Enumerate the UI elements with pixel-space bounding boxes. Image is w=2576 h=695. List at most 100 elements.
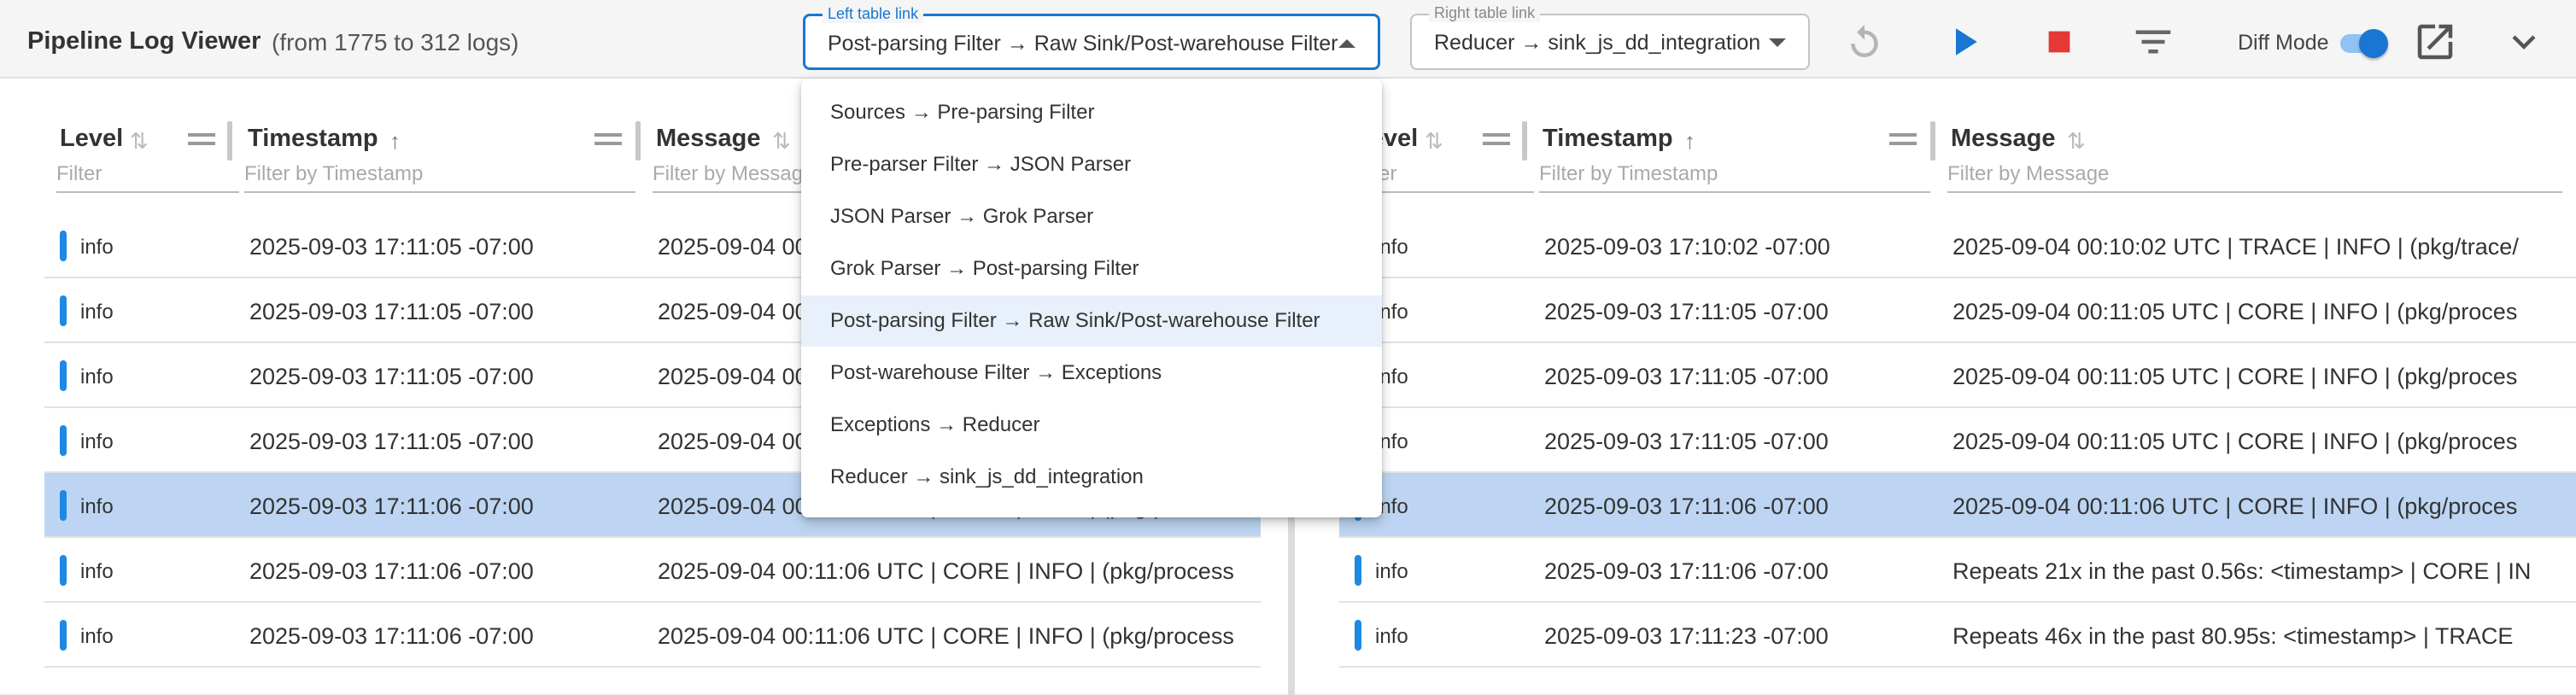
diff-mode-label: Diff Mode bbox=[2238, 31, 2329, 55]
menu-item[interactable]: Reducer → sink_js_dd_integration bbox=[801, 452, 1382, 503]
table-row[interactable]: info 2025-09-03 17:11:05 -07:00 2025-09-… bbox=[1339, 408, 2576, 473]
timestamp-cell: 2025-09-03 17:11:06 -07:00 bbox=[1544, 494, 1829, 519]
left-table-link-legend: Left table link bbox=[823, 4, 924, 23]
timestamp-filter-input[interactable]: Filter by Timestamp bbox=[244, 162, 635, 193]
sort-icon[interactable]: ⇅ bbox=[130, 128, 149, 155]
level-cell: info bbox=[1375, 560, 1408, 583]
column-menu-icon[interactable] bbox=[594, 133, 622, 145]
table-row[interactable]: info 2025-09-03 17:10:02 -07:00 2025-09-… bbox=[1339, 213, 2576, 278]
timestamp-cell: 2025-09-03 17:11:05 -07:00 bbox=[1544, 299, 1829, 324]
open-external-icon[interactable] bbox=[2412, 19, 2458, 65]
level-cell: info bbox=[1375, 625, 1408, 648]
message-cell: 2025-09-04 00:10:02 UTC | TRACE | INFO |… bbox=[1952, 234, 2519, 260]
filter-icon[interactable] bbox=[2130, 19, 2176, 65]
timestamp-filter-input[interactable]: Filter by Timestamp bbox=[1539, 162, 1930, 193]
level-indicator bbox=[60, 425, 67, 456]
app-title: Pipeline Log Viewer bbox=[27, 27, 261, 55]
level-indicator bbox=[60, 360, 67, 391]
level-indicator bbox=[60, 231, 67, 261]
timestamp-cell: 2025-09-03 17:11:06 -07:00 bbox=[249, 623, 534, 649]
message-cell: Repeats 21x in the past 0.56s: <timestam… bbox=[1952, 558, 2532, 584]
level-cell: info bbox=[80, 560, 114, 583]
column-title: Timestamp bbox=[1543, 125, 1673, 152]
sort-ascending-icon[interactable]: ↑ bbox=[1684, 128, 1695, 155]
column-level[interactable]: Level ⇅ Filter bbox=[44, 121, 239, 193]
timestamp-cell: 2025-09-03 17:11:06 -07:00 bbox=[249, 494, 534, 519]
menu-item[interactable]: Sources → Pre-parsing Filter bbox=[801, 87, 1382, 138]
level-indicator bbox=[60, 555, 67, 586]
column-menu-icon[interactable] bbox=[1889, 133, 1917, 145]
column-title: Timestamp bbox=[248, 125, 378, 152]
timestamp-cell: 2025-09-03 17:11:06 -07:00 bbox=[249, 558, 534, 584]
log-range-subtitle: (from 1775 to 312 logs) bbox=[272, 29, 519, 55]
message-cell: Repeats 46x in the past 80.95s: <timesta… bbox=[1952, 623, 2514, 649]
table-row[interactable]: info 2025-09-03 17:11:05 -07:00 2025-09-… bbox=[1339, 343, 2576, 408]
message-cell: 2025-09-04 00:11:05 UTC | CORE | INFO | … bbox=[1952, 299, 2518, 324]
left-table-link-select[interactable]: Left table link Post-parsing Filter → Ra… bbox=[803, 4, 1380, 70]
right-log-table: Level ⇅ Filter Timestamp ↑ Filter by Tim… bbox=[1295, 79, 2576, 693]
column-title: Message bbox=[1951, 125, 2056, 152]
stop-icon[interactable] bbox=[2036, 19, 2082, 65]
menu-item[interactable]: Post-warehouse Filter → Exceptions bbox=[801, 348, 1382, 399]
timestamp-cell: 2025-09-03 17:11:05 -07:00 bbox=[249, 429, 534, 454]
message-cell: 2025-09-04 00:11:05 UTC | CORE | INFO | … bbox=[1952, 364, 2518, 389]
caret-down-icon bbox=[1769, 38, 1786, 47]
left-table-link-value: Post-parsing Filter → Raw Sink/Post-ware… bbox=[828, 32, 1338, 55]
level-indicator bbox=[60, 295, 67, 326]
menu-item[interactable]: Pre-parser Filter → JSON Parser bbox=[801, 139, 1382, 190]
sort-icon[interactable]: ⇅ bbox=[1425, 128, 1443, 155]
level-cell: info bbox=[80, 365, 114, 388]
level-filter-input[interactable]: Filter bbox=[56, 162, 239, 193]
column-timestamp[interactable]: Timestamp ↑ Filter by Timestamp bbox=[232, 121, 641, 193]
message-cell: 2025-09-04 00:11:05 UTC | CORE | INFO | … bbox=[1952, 429, 2518, 454]
sort-ascending-icon[interactable]: ↑ bbox=[389, 128, 401, 155]
message-cell: 2025-09-04 00:11:06 UTC | CORE | INFO | … bbox=[658, 558, 1234, 584]
right-table-link-legend: Right table link bbox=[1429, 3, 1541, 22]
table-row[interactable]: info 2025-09-03 17:11:06 -07:00 2025-09-… bbox=[44, 538, 1261, 603]
level-cell: info bbox=[80, 236, 114, 259]
message-cell: 2025-09-04 00:11:06 UTC | CORE | INFO | … bbox=[1952, 494, 2518, 519]
menu-item[interactable]: Grok Parser → Post-parsing Filter bbox=[801, 243, 1382, 295]
menu-item-selected[interactable]: Post-parsing Filter → Raw Sink/Post-ware… bbox=[801, 295, 1382, 347]
sort-icon[interactable]: ⇅ bbox=[772, 128, 791, 155]
log-rows: info 2025-09-03 17:10:02 -07:00 2025-09-… bbox=[1339, 213, 2576, 668]
timestamp-cell: 2025-09-03 17:11:23 -07:00 bbox=[1544, 623, 1829, 649]
column-timestamp[interactable]: Timestamp ↑ Filter by Timestamp bbox=[1527, 121, 1935, 193]
sort-icon[interactable]: ⇅ bbox=[2067, 128, 2086, 155]
message-filter-input[interactable]: Filter by Message bbox=[1947, 162, 2562, 193]
timestamp-cell: 2025-09-03 17:11:05 -07:00 bbox=[1544, 364, 1829, 389]
refresh-icon[interactable] bbox=[1841, 19, 1888, 65]
level-cell: info bbox=[80, 430, 114, 453]
table-row[interactable]: info 2025-09-03 17:11:06 -07:00 2025-09-… bbox=[44, 603, 1261, 668]
chevron-down-icon[interactable] bbox=[2501, 19, 2547, 65]
column-message[interactable]: Message ⇅ Filter by Message bbox=[1935, 121, 2567, 193]
table-row[interactable]: info 2025-09-03 17:11:23 -07:00 Repeats … bbox=[1339, 603, 2576, 668]
right-table-link-select[interactable]: Right table link Reducer → sink_js_dd_in… bbox=[1410, 3, 1810, 70]
table-row-selected[interactable]: info 2025-09-03 17:11:06 -07:00 2025-09-… bbox=[1339, 473, 2576, 538]
play-icon[interactable] bbox=[1941, 19, 1987, 65]
timestamp-cell: 2025-09-03 17:11:06 -07:00 bbox=[1544, 558, 1829, 584]
level-indicator bbox=[60, 620, 67, 651]
timestamp-cell: 2025-09-03 17:11:05 -07:00 bbox=[249, 234, 534, 260]
level-cell: info bbox=[80, 625, 114, 648]
level-cell: info bbox=[80, 301, 114, 324]
column-menu-icon[interactable] bbox=[188, 133, 215, 145]
table-row[interactable]: info 2025-09-03 17:11:05 -07:00 2025-09-… bbox=[1339, 278, 2576, 343]
right-table-link-value: Reducer → sink_js_dd_integration bbox=[1434, 31, 1761, 55]
level-indicator bbox=[1355, 555, 1361, 586]
table-row[interactable]: info 2025-09-03 17:11:06 -07:00 Repeats … bbox=[1339, 538, 2576, 603]
level-indicator bbox=[60, 490, 67, 521]
timestamp-cell: 2025-09-03 17:11:05 -07:00 bbox=[1544, 429, 1829, 454]
level-cell: info bbox=[80, 495, 114, 518]
column-title: Level bbox=[60, 125, 124, 152]
app-header: Pipeline Log Viewer (from 1775 to 312 lo… bbox=[0, 0, 2576, 79]
message-cell: 2025-09-04 00:11:06 UTC | CORE | INFO | … bbox=[658, 623, 1234, 649]
level-indicator bbox=[1355, 620, 1361, 651]
caret-up-icon bbox=[1338, 39, 1355, 48]
timestamp-cell: 2025-09-03 17:11:05 -07:00 bbox=[249, 364, 534, 389]
timestamp-cell: 2025-09-03 17:10:02 -07:00 bbox=[1544, 234, 1830, 260]
diff-mode-toggle[interactable] bbox=[2337, 27, 2388, 58]
menu-item[interactable]: JSON Parser → Grok Parser bbox=[801, 191, 1382, 242]
column-menu-icon[interactable] bbox=[1483, 133, 1510, 145]
menu-item[interactable]: Exceptions → Reducer bbox=[801, 400, 1382, 451]
